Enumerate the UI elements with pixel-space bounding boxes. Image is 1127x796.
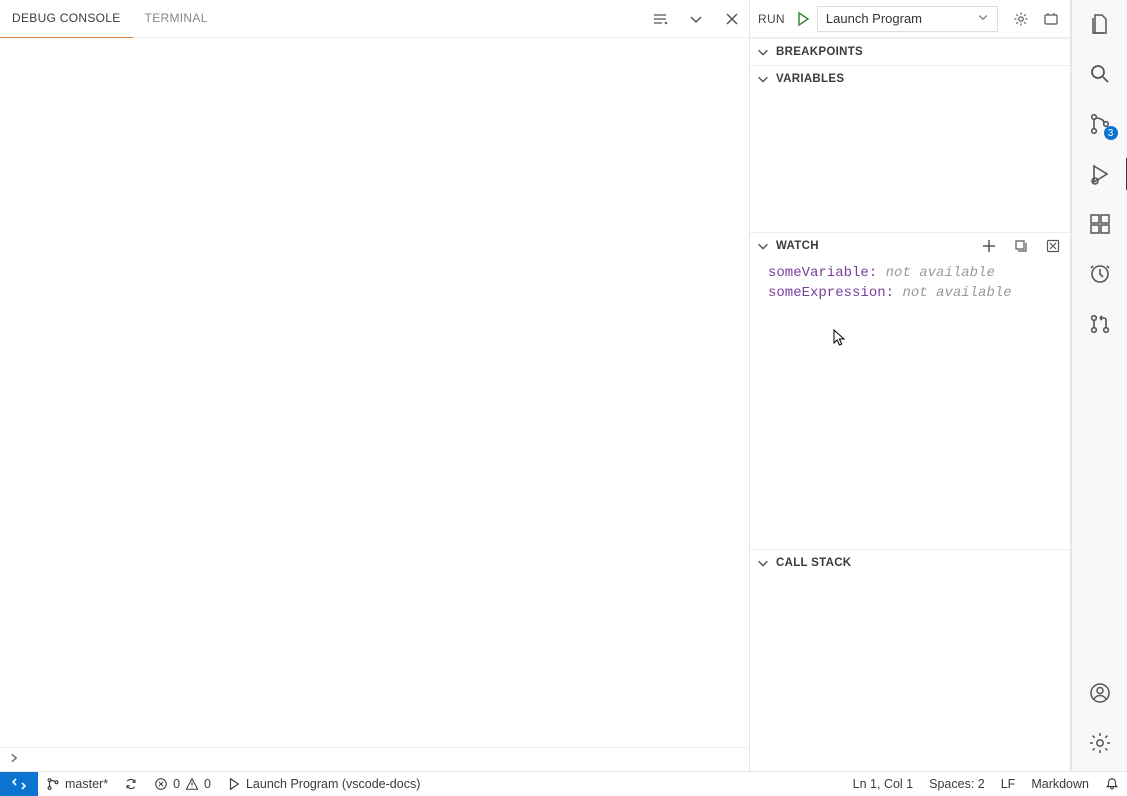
chevron-down-icon: [756, 239, 770, 253]
launch-config-name: Launch Program: [826, 11, 922, 26]
tab-debug-console[interactable]: DEBUG CONSOLE: [0, 0, 133, 38]
accounts-icon[interactable]: [1086, 679, 1114, 707]
section-breakpoints-header[interactable]: BREAKPOINTS: [750, 39, 1070, 65]
watch-expression-value: not available: [886, 265, 995, 281]
debug-console-toggle-icon[interactable]: [1040, 8, 1062, 30]
watch-body: someVariable: not available someExpressi…: [750, 259, 1070, 549]
section-variables-header[interactable]: VARIABLES: [750, 66, 1070, 92]
status-bar: master* 0 0 Launch Program (vscode-docs)…: [0, 771, 1127, 796]
chevron-down-icon[interactable]: [685, 8, 707, 30]
run-toolbar: RUN Launch Program: [750, 0, 1070, 38]
language-mode-status[interactable]: Markdown: [1023, 772, 1097, 796]
section-breakpoints-title: BREAKPOINTS: [776, 46, 863, 58]
chevron-right-icon: [8, 752, 20, 767]
section-watch-header[interactable]: WATCH: [750, 233, 1070, 259]
section-variables-title: VARIABLES: [776, 73, 844, 85]
notifications-icon[interactable]: [1097, 772, 1127, 796]
extensions-icon[interactable]: [1086, 210, 1114, 238]
chevron-down-icon: [977, 11, 989, 26]
close-panel-icon[interactable]: [721, 8, 743, 30]
sync-status[interactable]: [116, 772, 146, 796]
section-callstack-title: CALL STACK: [776, 557, 851, 569]
source-control-icon[interactable]: 3: [1086, 110, 1114, 138]
search-icon[interactable]: [1086, 60, 1114, 88]
variables-body: [750, 92, 1070, 232]
git-branch-name: master*: [65, 777, 108, 791]
run-label: RUN: [758, 12, 785, 26]
errors-count: 0: [173, 777, 180, 791]
section-callstack-header[interactable]: CALL STACK: [750, 550, 1070, 576]
watch-expression-name: someVariable: [768, 265, 869, 281]
panel-tabs: DEBUG CONSOLE TERMINAL: [0, 0, 749, 38]
chevron-down-icon: [756, 556, 770, 570]
activity-bar: 3: [1071, 0, 1127, 771]
debug-target-name: Launch Program (vscode-docs): [246, 777, 420, 791]
git-branch-status[interactable]: master*: [38, 772, 116, 796]
callstack-body: [750, 576, 1070, 771]
chevron-down-icon: [756, 72, 770, 86]
clear-console-icon[interactable]: [649, 8, 671, 30]
watch-expression-name: someExpression: [768, 285, 886, 301]
watch-item[interactable]: someExpression: not available: [750, 283, 1070, 303]
remote-indicator[interactable]: [0, 772, 38, 796]
collapse-all-icon[interactable]: [1010, 235, 1032, 257]
warnings-count: 0: [204, 777, 211, 791]
watch-item[interactable]: someVariable: not available: [750, 263, 1070, 283]
launch-config-select[interactable]: Launch Program: [817, 6, 998, 32]
tab-terminal[interactable]: TERMINAL: [133, 0, 220, 38]
section-watch-title: WATCH: [776, 240, 819, 252]
explorer-icon[interactable]: [1086, 10, 1114, 38]
add-watch-icon[interactable]: [978, 235, 1000, 257]
watch-expression-value: not available: [902, 285, 1011, 301]
start-debug-button[interactable]: [795, 11, 811, 27]
remove-all-watch-icon[interactable]: [1042, 235, 1064, 257]
pull-requests-icon[interactable]: [1086, 310, 1114, 338]
indentation-status[interactable]: Spaces: 2: [921, 772, 993, 796]
problems-status[interactable]: 0 0: [146, 772, 219, 796]
eol-status[interactable]: LF: [993, 772, 1024, 796]
chevron-down-icon: [756, 45, 770, 59]
settings-gear-icon[interactable]: [1086, 729, 1114, 757]
debug-target-status[interactable]: Launch Program (vscode-docs): [219, 772, 428, 796]
scm-badge: 3: [1104, 126, 1118, 140]
gear-icon[interactable]: [1010, 8, 1032, 30]
debug-console-output: [0, 38, 749, 747]
run-debug-icon[interactable]: [1086, 160, 1114, 188]
timeline-icon[interactable]: [1086, 260, 1114, 288]
debug-console-input[interactable]: [0, 747, 749, 771]
cursor-position-status[interactable]: Ln 1, Col 1: [845, 772, 921, 796]
